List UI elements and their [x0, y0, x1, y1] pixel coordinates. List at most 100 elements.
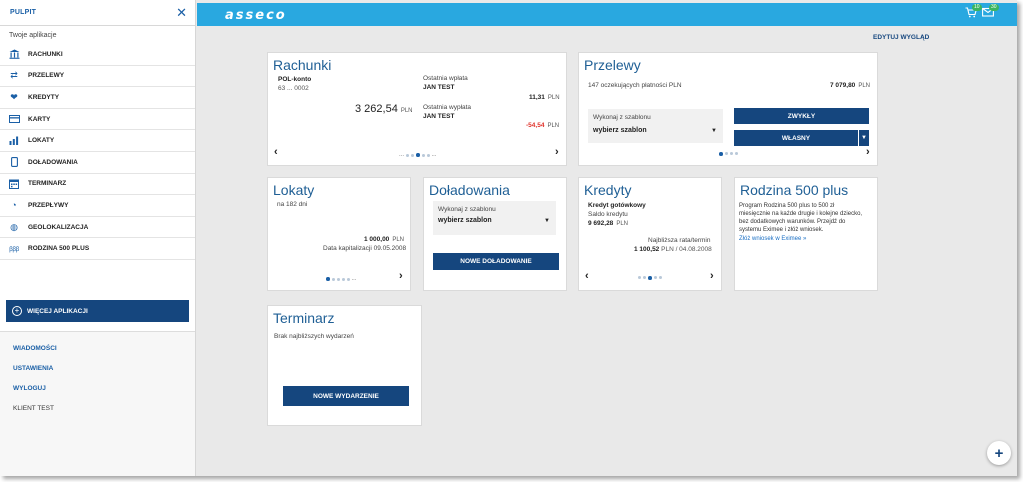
- cart-badge: 10: [972, 4, 982, 11]
- apply-eximee-link[interactable]: Złóż wniosek w Eximee »: [739, 236, 806, 242]
- deposit-period: na 182 dni: [277, 201, 308, 208]
- sidebar-item-rachunki[interactable]: RACHUNKI: [0, 44, 195, 66]
- new-event-button[interactable]: NOWE WYDARZENIE: [283, 386, 409, 406]
- regular-transfer-button[interactable]: ZWYKŁY: [734, 108, 869, 124]
- more-apps-button[interactable]: + WIĘCEJ APLIKACJI: [6, 300, 189, 322]
- carousel-dot[interactable]: [643, 276, 646, 280]
- carousel-dots: [638, 276, 662, 280]
- carousel-dot[interactable]: [341, 277, 345, 281]
- template-select[interactable]: Wykonaj z szablonu wybierz szablon ▼: [433, 201, 556, 235]
- plus-icon: +: [994, 444, 1004, 462]
- next-arrow-icon[interactable]: ›: [710, 270, 714, 282]
- card-title: Rachunki: [273, 57, 332, 73]
- transfer-icon: ⇄: [10, 70, 18, 81]
- program-description-line: Program Rodzina 500 plus to 500 zł: [739, 203, 835, 209]
- cart-icon[interactable]: 10: [965, 4, 982, 21]
- more-apps-label: WIĘCEJ APLIKACJI: [27, 307, 88, 315]
- add-widget-button[interactable]: +: [987, 441, 1011, 465]
- next-installment: 1 100,52 PLN / 04.08.2008: [634, 246, 712, 253]
- next-arrow-icon[interactable]: ›: [399, 270, 403, 282]
- next-arrow-icon[interactable]: ›: [866, 146, 870, 158]
- deposits-card: Lokaty na 182 dni 1 000,00 PLN Data kapit…: [267, 177, 411, 291]
- card-title: Rodzina 500 plus: [740, 182, 849, 198]
- sidebar-item-przelewy[interactable]: ⇄ PRZELEWY: [0, 66, 195, 88]
- last-in-name: JAN TEST: [423, 84, 455, 91]
- logout-link[interactable]: WYLOGUJ: [0, 379, 195, 399]
- pending-payments[interactable]: 147 oczekujących płatności PLN: [588, 82, 682, 89]
- prev-arrow-icon[interactable]: ‹: [585, 270, 589, 282]
- carousel-dot[interactable]: [724, 152, 728, 156]
- dots-ellipsis-left: ...: [399, 152, 405, 158]
- loan-name[interactable]: Kredyt gotówkowy: [588, 202, 646, 209]
- mail-icon[interactable]: 30: [982, 4, 999, 21]
- carousel-dot[interactable]: [346, 277, 350, 281]
- account-balance: 3 262,54 PLN: [355, 103, 413, 115]
- chevron-down-icon[interactable]: ▼: [859, 130, 869, 146]
- card-title: Doładowania: [429, 182, 510, 198]
- sidebar-item-kredyty[interactable]: ❤ KREDYTY: [0, 87, 195, 109]
- bank-icon: [8, 49, 20, 60]
- carousel-dot[interactable]: [336, 277, 340, 281]
- app-window: PULPIT ✕ Twoje aplikacje RACHUNKI ⇄ PRZE…: [0, 0, 1017, 476]
- next-arrow-icon[interactable]: ›: [555, 146, 559, 158]
- sidebar-item-karty[interactable]: KARTY: [0, 109, 195, 131]
- chevron-down-icon: ▼: [544, 218, 550, 224]
- carousel-dot[interactable]: [406, 153, 410, 157]
- deposit-amount: 1 000,00 PLN: [364, 236, 404, 243]
- calendar-icon: [8, 179, 20, 189]
- carousel-dot-active[interactable]: [326, 277, 330, 281]
- pending-amount: 7 079,80 PLN: [830, 82, 870, 89]
- carousel-dot[interactable]: [729, 152, 733, 156]
- template-select[interactable]: Wykonaj z szablonu wybierz szablon ▼: [588, 109, 723, 143]
- carousel-dot[interactable]: [331, 277, 335, 281]
- sidebar-header: PULPIT ✕: [0, 0, 195, 26]
- card-title: Lokaty: [273, 182, 315, 198]
- sidebar-item-geolokalizacja[interactable]: ◍ GEOLOKALIZACJA: [0, 217, 195, 239]
- carousel-dot-active[interactable]: [648, 276, 652, 280]
- close-icon[interactable]: ✕: [176, 6, 187, 19]
- sidebar-item-terminarz[interactable]: TERMINARZ: [0, 174, 195, 196]
- account-name[interactable]: POL-konto: [278, 76, 311, 83]
- edit-view-link[interactable]: EDYTUJ WYGLĄD: [873, 34, 929, 41]
- new-topup-button[interactable]: NOWE DOŁADOWANIE: [433, 253, 559, 270]
- template-label: Wykonaj z szablonu: [593, 114, 651, 121]
- own-transfer-button[interactable]: WŁASNY: [734, 130, 858, 146]
- family-icon: ꞵꞵꞵ: [9, 246, 19, 253]
- carousel-dot[interactable]: [658, 276, 662, 280]
- no-events-text: Brak najbliższych wydarzeń: [274, 333, 354, 340]
- carousel-dot[interactable]: [734, 152, 738, 156]
- accounts-card: Rachunki POL-konto 63 ... 0002 3 262,54 P…: [267, 52, 567, 166]
- sidebar-app-list: RACHUNKI ⇄ PRZELEWY ❤ KREDYTY KARTY LOKA…: [0, 44, 195, 260]
- sidebar-item-label: DOŁADOWANIA: [28, 158, 78, 166]
- plus-circle-icon: +: [12, 306, 22, 316]
- carousel-dot[interactable]: [638, 276, 641, 280]
- globe-icon: ◍: [10, 221, 18, 232]
- sidebar-item-label: LOKATY: [28, 137, 55, 145]
- transfers-card: Przelewy 147 oczekujących płatności PLN …: [578, 52, 878, 166]
- prev-arrow-icon[interactable]: ‹: [274, 146, 278, 158]
- sidebar-item-przeplywy[interactable]: ◔ PRZEPŁYWY: [0, 195, 195, 217]
- carousel-dot-active[interactable]: [719, 152, 723, 156]
- carousel-dot[interactable]: [426, 153, 430, 157]
- carousel-dot-active[interactable]: [416, 153, 420, 157]
- top-bar: asseco 10 30: [197, 3, 1017, 26]
- sidebar-item-lokaty[interactable]: LOKATY: [0, 130, 195, 152]
- settings-link[interactable]: USTAWIENIA: [0, 359, 195, 379]
- handshake-icon: ❤: [10, 91, 18, 102]
- topups-card: Doładowania Wykonaj z szablonu wybierz s…: [423, 177, 567, 291]
- cashflow-icon: ◔: [11, 200, 17, 211]
- messages-link[interactable]: WIADOMOŚCI: [0, 339, 195, 359]
- sidebar-title: PULPIT: [10, 9, 37, 16]
- carousel-dot[interactable]: [421, 153, 425, 157]
- sidebar: PULPIT ✕ Twoje aplikacje RACHUNKI ⇄ PRZE…: [0, 0, 196, 476]
- carousel-dots: [719, 152, 738, 156]
- sidebar-item-doladowania[interactable]: DOŁADOWANIA: [0, 152, 195, 174]
- program-description-line: miesięcznie na każde drugie i kolejne dz…: [739, 211, 863, 217]
- sidebar-item-rodzina-500-plus[interactable]: ꞵꞵꞵ RODZINA 500 PLUS: [0, 238, 195, 260]
- sidebar-subtitle: Twoje aplikacje: [9, 32, 57, 39]
- last-out-label: Ostatnia wypłata: [423, 104, 472, 111]
- template-value: wybierz szablon: [438, 217, 492, 224]
- carousel-dot[interactable]: [411, 153, 415, 157]
- carousel-dot[interactable]: [653, 276, 657, 280]
- dots-ellipsis: ...: [351, 276, 357, 282]
